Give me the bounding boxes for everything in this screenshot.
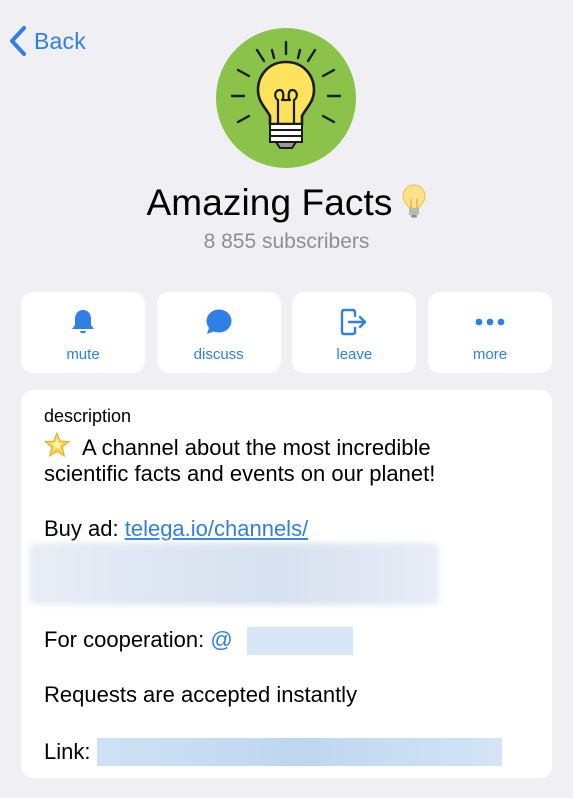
leave-label: leave <box>336 346 373 363</box>
lightbulb-icon <box>230 40 342 149</box>
redacted-link[interactable] <box>97 738 502 766</box>
leave-icon <box>339 308 369 336</box>
star-emoji-icon <box>43 431 71 464</box>
more-label: more <box>472 346 508 363</box>
mute-button[interactable]: mute <box>21 292 145 373</box>
ellipsis-icon <box>474 308 506 336</box>
discuss-label: discuss <box>193 346 244 363</box>
action-bar: mute discuss leave more <box>21 292 552 373</box>
cooperation-line: For cooperation: @ <box>44 627 233 653</box>
description-text-1: A channel about the most incredible <box>82 435 431 460</box>
bell-icon <box>70 308 96 336</box>
link-prefix: Link: <box>44 739 91 764</box>
description-label: description <box>44 406 132 426</box>
description-line-1: A channel about the most incredible <box>43 431 431 464</box>
link-line: Link: <box>44 739 90 765</box>
cooperation-mention[interactable]: @ <box>210 627 232 652</box>
lightbulb-emoji-icon <box>401 183 427 224</box>
subscriber-count: 8 855 subscribers <box>203 230 370 253</box>
leave-button[interactable]: leave <box>292 292 417 373</box>
chevron-left-icon <box>8 25 28 57</box>
back-label: Back <box>34 27 86 54</box>
channel-title-row: Amazing Facts <box>0 182 573 224</box>
redacted-link-continuation <box>29 543 439 605</box>
buy-ad-line: Buy ad: telega.io/channels/ <box>44 516 308 542</box>
channel-avatar[interactable] <box>216 28 356 168</box>
buy-ad-prefix: Buy ad: <box>44 516 125 541</box>
description-line-2: scientific facts and events on our plane… <box>44 461 436 486</box>
back-button[interactable]: Back <box>8 24 86 58</box>
buy-ad-link[interactable]: telega.io/channels/ <box>125 516 308 541</box>
channel-title: Amazing Facts <box>146 182 393 223</box>
more-button[interactable]: more <box>427 292 552 373</box>
discuss-button[interactable]: discuss <box>156 292 281 373</box>
mute-label: mute <box>66 346 100 363</box>
cooperation-prefix: For cooperation: <box>44 627 211 652</box>
requests-line: Requests are accepted instantly <box>44 682 358 707</box>
chat-bubble-icon <box>205 308 233 336</box>
redacted-mention <box>247 627 353 655</box>
description-card: description A channel about the most inc… <box>21 390 552 778</box>
